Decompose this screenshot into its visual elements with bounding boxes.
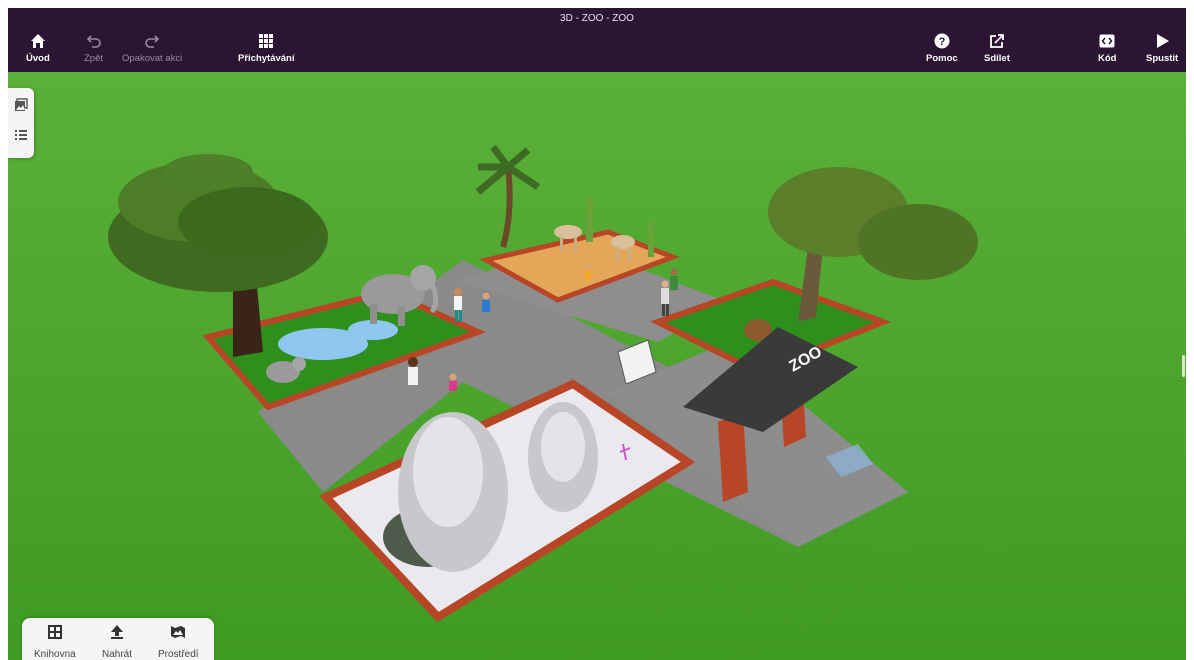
visitor[interactable] (585, 264, 591, 280)
visitor[interactable] (408, 357, 418, 385)
environment-icon (170, 624, 186, 645)
window-title: 3D - ZOO - ZOO (560, 13, 634, 24)
home-label: Úvod (26, 53, 50, 64)
library-icon (47, 624, 63, 645)
upload-icon (109, 624, 125, 645)
home-icon (29, 32, 47, 50)
visitor[interactable] (449, 373, 457, 392)
visitor[interactable] (482, 292, 490, 313)
top-toolbar: 3D - ZOO - ZOO Úvod Zpět Opakovat akci P… (8, 8, 1186, 72)
undo-label: Zpět (84, 53, 104, 64)
undo-button[interactable]: Zpět (84, 32, 103, 64)
snowy-tree[interactable] (398, 412, 508, 572)
play-button[interactable]: Spustit (1146, 32, 1178, 64)
svg-text:?: ? (938, 36, 945, 48)
snowy-tree[interactable] (528, 402, 598, 512)
code-button[interactable]: Kód (1098, 32, 1116, 64)
play-label: Spustit (1146, 53, 1179, 64)
list-button[interactable] (12, 128, 30, 146)
visitor[interactable] (661, 280, 669, 317)
library-button[interactable]: Knihovna (34, 624, 76, 660)
list-icon (14, 128, 28, 147)
visitor[interactable] (454, 288, 462, 322)
grid-icon (257, 32, 275, 50)
right-panel-handle[interactable] (1182, 355, 1185, 377)
share-icon (988, 32, 1006, 50)
help-icon: ? (933, 32, 951, 50)
gallery-button[interactable] (12, 97, 30, 117)
redo-button[interactable]: Opakovat akci (122, 32, 182, 64)
share-label: Sdílet (984, 53, 1010, 64)
redo-icon (143, 32, 161, 50)
library-label: Knihovna (34, 649, 76, 660)
help-button[interactable]: ? Pomoc (926, 32, 958, 64)
app-frame: 3D - ZOO - ZOO Úvod Zpět Opakovat akci P… (8, 8, 1186, 660)
bottom-toolbar: Knihovna Nahrát Prostředí (22, 618, 214, 660)
redo-label: Opakovat akci (122, 53, 183, 64)
environment-button[interactable]: Prostředí (158, 624, 199, 660)
upload-button[interactable]: Nahrát (102, 624, 132, 660)
snap-button[interactable]: Přichytávání (238, 32, 295, 64)
scene-viewport[interactable]: ZOO (8, 72, 1186, 660)
undo-icon (85, 32, 103, 50)
gallery-icon (14, 97, 28, 117)
share-button[interactable]: Sdílet (984, 32, 1010, 64)
visitor[interactable] (670, 268, 678, 291)
cactus (648, 222, 654, 257)
left-side-panel (8, 88, 34, 158)
upload-label: Nahrát (102, 649, 133, 660)
scene-canvas[interactable]: ZOO (8, 72, 1186, 660)
cactus (586, 197, 593, 242)
home-button[interactable]: Úvod (26, 32, 50, 64)
environment-label: Prostředí (158, 649, 199, 660)
snap-label: Přichytávání (238, 53, 295, 64)
code-icon (1098, 32, 1116, 50)
help-label: Pomoc (926, 53, 958, 64)
code-label: Kód (1098, 53, 1117, 64)
play-icon (1153, 32, 1171, 50)
